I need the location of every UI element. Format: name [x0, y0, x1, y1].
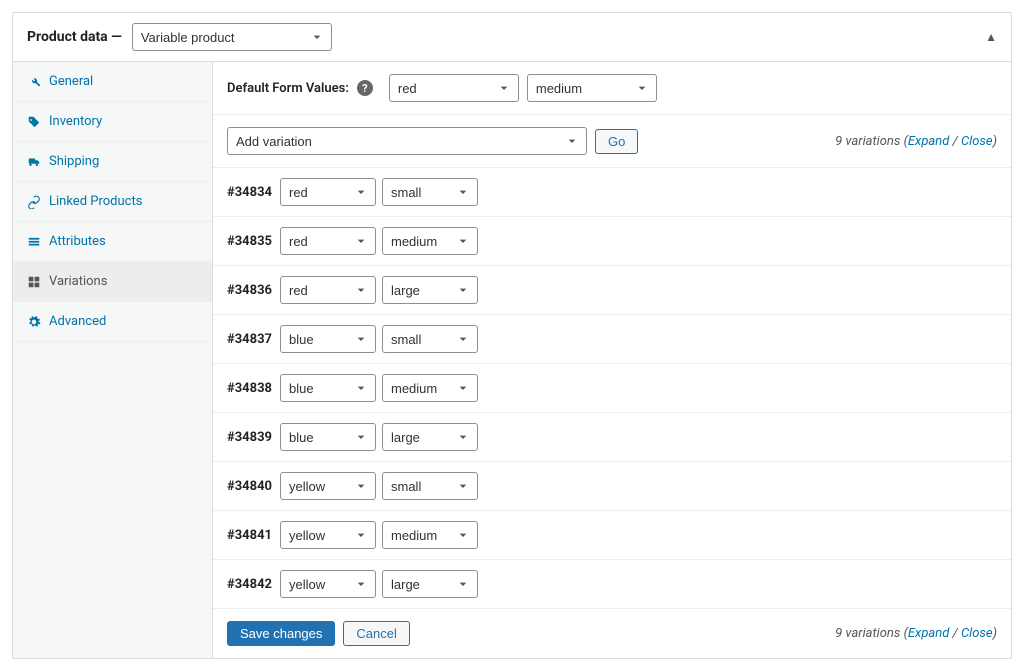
variation-size-select[interactable]: smallmediumlarge — [382, 521, 478, 549]
variation-size-select[interactable]: smallmediumlarge — [382, 178, 478, 206]
grid-icon — [27, 275, 41, 289]
variation-color-select[interactable]: redblueyellow — [280, 227, 376, 255]
variation-size-select[interactable]: smallmediumlarge — [382, 276, 478, 304]
close-link[interactable]: Close — [961, 134, 993, 149]
variation-row[interactable]: #34840 redblueyellowsmallmediumlarge — [213, 462, 1011, 511]
variations-status-top: 9 variations (Expand / Close) — [835, 134, 997, 149]
variation-color-select[interactable]: redblueyellow — [280, 374, 376, 402]
variation-id: #34839 — [227, 430, 272, 445]
variation-id: #34836 — [227, 283, 272, 298]
variation-id: #34837 — [227, 332, 272, 347]
link-icon — [27, 195, 41, 209]
product-type-select[interactable]: Variable product — [132, 23, 332, 51]
sidebar-item-variations[interactable]: Variations — [13, 262, 212, 302]
default-form-label: Default Form Values: — [227, 81, 349, 96]
footer: Save changes Cancel 9 variations (Expand… — [213, 609, 1011, 658]
sidebar-item-inventory[interactable]: Inventory — [13, 102, 212, 142]
variation-color-select[interactable]: redblueyellow — [280, 472, 376, 500]
variation-color-select[interactable]: redblueyellow — [280, 570, 376, 598]
sidebar-item-shipping[interactable]: Shipping — [13, 142, 212, 182]
product-data-panel: Product data — Variable product ▲ Genera… — [12, 12, 1012, 659]
sidebar-item-general[interactable]: General — [13, 62, 212, 102]
variation-size-select[interactable]: smallmediumlarge — [382, 472, 478, 500]
expand-link[interactable]: Expand — [908, 134, 949, 149]
sidebar: General Inventory Shipping Linked Produc… — [13, 62, 213, 658]
variation-size-select[interactable]: smallmediumlarge — [382, 325, 478, 353]
variation-row[interactable]: #34837 redblueyellowsmallmediumlarge — [213, 315, 1011, 364]
collapse-toggle[interactable]: ▲ — [985, 30, 997, 44]
variation-id: #34835 — [227, 234, 272, 249]
sidebar-item-label: Linked Products — [49, 194, 142, 209]
variation-id: #34840 — [227, 479, 272, 494]
variations-status-bottom: 9 variations (Expand / Close) — [835, 626, 997, 641]
truck-icon — [27, 155, 41, 169]
gear-icon — [27, 315, 41, 329]
sidebar-item-label: General — [49, 74, 93, 89]
variation-size-select[interactable]: smallmediumlarge — [382, 570, 478, 598]
panel-body: General Inventory Shipping Linked Produc… — [13, 62, 1011, 658]
wrench-icon — [27, 75, 41, 89]
variation-color-select[interactable]: redblueyellow — [280, 325, 376, 353]
variation-size-select[interactable]: smallmediumlarge — [382, 423, 478, 451]
sidebar-item-label: Attributes — [49, 234, 106, 249]
variation-action-select[interactable]: Add variation — [227, 127, 587, 155]
variation-id: #34838 — [227, 381, 272, 396]
default-color-select[interactable]: red — [389, 74, 519, 102]
variation-row[interactable]: #34839 redblueyellowsmallmediumlarge — [213, 413, 1011, 462]
default-size-select[interactable]: medium — [527, 74, 657, 102]
panel-title: Product data — — [27, 29, 122, 45]
expand-link[interactable]: Expand — [908, 626, 949, 641]
variation-color-select[interactable]: redblueyellow — [280, 521, 376, 549]
variation-row[interactable]: #34838 redblueyellowsmallmediumlarge — [213, 364, 1011, 413]
sidebar-item-label: Shipping — [49, 154, 99, 169]
variation-id: #34834 — [227, 185, 272, 200]
variation-action-bar: Add variation Go 9 variations (Expand / … — [213, 115, 1011, 168]
variation-color-select[interactable]: redblueyellow — [280, 423, 376, 451]
list-icon — [27, 235, 41, 249]
variations-list: #34834redblueyellowsmallmediumlarge#3483… — [213, 168, 1011, 609]
variation-row[interactable]: #34841 redblueyellowsmallmediumlarge — [213, 511, 1011, 560]
variation-color-select[interactable]: redblueyellow — [280, 276, 376, 304]
variation-row[interactable]: #34835 redblueyellowsmallmediumlarge — [213, 217, 1011, 266]
variation-color-select[interactable]: redblueyellow — [280, 178, 376, 206]
main-content: Default Form Values: ? red medium Add va… — [213, 62, 1011, 658]
go-button[interactable]: Go — [595, 129, 638, 154]
sidebar-item-advanced[interactable]: Advanced — [13, 302, 212, 342]
save-button[interactable]: Save changes — [227, 621, 335, 646]
sidebar-item-label: Advanced — [49, 314, 106, 329]
panel-header: Product data — Variable product ▲ — [13, 13, 1011, 62]
tag-icon — [27, 115, 41, 129]
variation-size-select[interactable]: smallmediumlarge — [382, 227, 478, 255]
cancel-button[interactable]: Cancel — [343, 621, 409, 646]
sidebar-item-attributes[interactable]: Attributes — [13, 222, 212, 262]
help-icon[interactable]: ? — [357, 80, 373, 96]
variation-row[interactable]: #34836 redblueyellowsmallmediumlarge — [213, 266, 1011, 315]
variation-row[interactable]: #34842 redblueyellowsmallmediumlarge — [213, 560, 1011, 609]
close-link[interactable]: Close — [961, 626, 993, 641]
variation-row[interactable]: #34834 redblueyellowsmallmediumlarge — [213, 168, 1011, 217]
variation-size-select[interactable]: smallmediumlarge — [382, 374, 478, 402]
sidebar-item-linked[interactable]: Linked Products — [13, 182, 212, 222]
sidebar-item-label: Variations — [49, 274, 107, 289]
variation-id: #34841 — [227, 528, 272, 543]
default-form-values: Default Form Values: ? red medium — [213, 62, 1011, 115]
variation-id: #34842 — [227, 577, 272, 592]
sidebar-item-label: Inventory — [49, 114, 102, 129]
